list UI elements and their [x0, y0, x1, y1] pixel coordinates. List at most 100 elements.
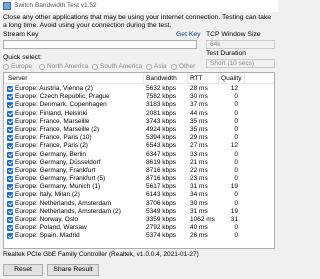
radio-europe-label: Europe — [11, 63, 32, 70]
rtt-value: 35 ms — [190, 125, 208, 133]
table-row[interactable]: Europe: Czech Republic, Prague 7582 kbps 3… — [4, 93, 274, 101]
rtt-value: 22 ms — [190, 166, 208, 174]
checkbox-checked-icon[interactable] — [7, 159, 13, 166]
get-key-link[interactable]: Get Key — [176, 31, 201, 39]
rtt-value: 31 ms — [190, 207, 208, 215]
column-server[interactable]: Server — [8, 75, 27, 83]
quality-value: 19 — [230, 207, 238, 215]
table-row[interactable]: Europe: France, Marseille 3743 kbps 35 ms 0 — [4, 118, 274, 126]
checkbox-checked-icon[interactable] — [7, 94, 13, 101]
table-row[interactable]: Europe: Germany, Frankfurt (5) 8716 kbps 2… — [4, 175, 274, 183]
table-row[interactable]: Europe: Netherlands, Amsterdam 3706 kbps 3… — [4, 200, 274, 208]
checkbox-checked-icon[interactable] — [7, 86, 13, 92]
radio-north-america[interactable] — [39, 64, 45, 70]
radio-europe[interactable] — [3, 64, 9, 70]
server-name: Europe: Netherlands, Amsterdam (2) — [15, 207, 121, 215]
server-name: Europe: Italy, Milan (2) — [15, 191, 80, 199]
checkbox-checked-icon[interactable] — [7, 102, 13, 109]
quality-value: 0 — [234, 158, 238, 166]
checkbox-checked-icon[interactable] — [7, 225, 13, 232]
table-row[interactable]: Europe: Spain, Madrid 5374 kbps 26 ms 0 — [4, 232, 274, 240]
server-name: Europe: France, Paris (2) — [15, 142, 88, 150]
table-row[interactable]: Europe: Netherlands, Amsterdam (2) 5349 k… — [4, 208, 274, 216]
checkbox-checked-icon[interactable] — [7, 200, 13, 207]
checkbox-checked-icon[interactable] — [7, 143, 13, 150]
table-row[interactable]: Europe: Denmark, Copenhagen 3183 kbps 37 m… — [4, 101, 274, 109]
checkbox-checked-icon[interactable] — [7, 126, 13, 133]
radio-other[interactable] — [171, 64, 177, 70]
quality-value: 0 — [234, 224, 238, 232]
stream-key-input[interactable] — [3, 40, 197, 49]
rtt-value: 34 ms — [190, 191, 208, 199]
table-row[interactable]: Europe: Germany, Frankfurt 8716 kbps 22 ms… — [4, 167, 274, 175]
checkbox-checked-icon[interactable] — [7, 208, 13, 215]
table-row[interactable]: Europe: Italy, Milan (2) 6143 kbps 34 ms 0 — [4, 191, 274, 199]
header-divider — [187, 73, 188, 84]
quality-value: 0 — [234, 191, 238, 199]
server-name: Europe: France, Marseille — [15, 117, 90, 125]
tcp-window-select[interactable]: 64k — [206, 40, 275, 49]
bandwidth-value: 5394 kbps — [146, 134, 176, 142]
checkbox-checked-icon[interactable] — [7, 135, 13, 142]
server-rows: Europe: Austria, Vienna (2) 5632 kbps 28 m… — [4, 85, 274, 241]
server-name: Europe: France, Marseille (2) — [15, 125, 100, 133]
server-name: Europe: France, Paris (10) — [15, 134, 92, 142]
bandwidth-value: 6543 kbps — [146, 142, 176, 150]
bandwidth-value: 5617 kbps — [146, 183, 176, 191]
server-name: Europe: Germany, Berlin — [15, 150, 87, 158]
table-row[interactable]: Europe: Poland, Warsaw 2792 kbps 40 ms 0 — [4, 224, 274, 232]
quality-value: 0 — [234, 125, 238, 133]
header-divider — [218, 73, 219, 84]
quick-select-label: Quick select: — [3, 54, 42, 61]
table-row[interactable]: Europe: France, Paris (2) 6543 kbps 27 ms 1… — [4, 142, 274, 150]
column-rtt[interactable]: RTT — [190, 75, 203, 83]
checkbox-checked-icon[interactable] — [7, 176, 13, 183]
test-duration-select[interactable]: Short (10 secs) — [206, 59, 275, 68]
share-result-button[interactable]: Share Result — [47, 264, 99, 276]
column-quality[interactable]: Quality — [221, 75, 242, 83]
table-row[interactable]: Europe: Germany, Berlin 6347 kbps 33 ms 0 — [4, 151, 274, 159]
radio-asia[interactable] — [146, 64, 152, 70]
quality-value: 0 — [234, 93, 238, 101]
bandwidth-value: 5349 kbps — [146, 207, 176, 215]
server-name: Europe: Denmark, Copenhagen — [15, 101, 107, 109]
checkbox-checked-icon[interactable] — [7, 233, 13, 240]
radio-other-label: Other — [179, 63, 196, 70]
checkbox-checked-icon[interactable] — [7, 217, 13, 223]
rtt-value: 1062 ms — [190, 216, 215, 223]
rtt-value: 30 ms — [190, 93, 208, 101]
checkbox-checked-icon[interactable] — [7, 192, 13, 199]
table-row[interactable]: Europe: France, Paris (10) 5394 kbps 29 ms… — [4, 134, 274, 142]
quality-value: 0 — [234, 232, 238, 240]
test-duration-label: Test Duration — [206, 50, 247, 57]
rtt-value: 27 ms — [190, 142, 208, 150]
column-bandwidth[interactable]: Bandwidth — [146, 75, 177, 83]
checkbox-checked-icon[interactable] — [7, 118, 13, 125]
table-row[interactable]: Europe: Germany, Munich (1) 5617 kbps 31 m… — [4, 183, 274, 191]
checkbox-checked-icon[interactable] — [7, 110, 13, 117]
radio-south-america[interactable] — [92, 64, 98, 70]
table-row[interactable]: Europe: Norway, Oslo 3359 kbps 1062 ms 31 — [4, 216, 274, 224]
bandwidth-value: 4924 kbps — [146, 125, 176, 133]
reset-button[interactable]: Reset — [3, 264, 43, 276]
server-name: Europe: Poland, Warsaw — [15, 224, 87, 232]
quality-value: 0 — [234, 199, 238, 207]
table-row[interactable]: Europe: Germany, Düsseldorf 8619 kbps 21 m… — [4, 159, 274, 167]
server-list[interactable]: Server Bandwidth RTT Quality Europe: Aus… — [3, 72, 275, 249]
rtt-value: 28 ms — [190, 85, 208, 92]
checkbox-checked-icon[interactable] — [7, 151, 13, 158]
checkbox-checked-icon[interactable] — [7, 167, 13, 174]
server-name: Europe: Netherlands, Amsterdam — [15, 199, 112, 207]
list-header: Server Bandwidth RTT Quality — [4, 73, 274, 84]
server-name: Europe: Germany, Frankfurt (5) — [15, 175, 106, 183]
bandwidth-value: 6347 kbps — [146, 150, 176, 158]
table-row[interactable]: Europe: Austria, Vienna (2) 5632 kbps 28 m… — [4, 85, 274, 93]
rtt-value: 23 ms — [190, 175, 208, 183]
rtt-value: 44 ms — [190, 109, 208, 117]
table-row[interactable]: Europe: Finland, Helsinki 2081 kbps 44 ms 0 — [4, 110, 274, 118]
rtt-value: 33 ms — [190, 150, 208, 158]
quality-value: 0 — [234, 109, 238, 117]
checkbox-checked-icon[interactable] — [7, 184, 13, 191]
table-row[interactable]: Europe: France, Marseille (2) 4924 kbps 35… — [4, 126, 274, 134]
bandwidth-value: 3183 kbps — [146, 101, 176, 109]
